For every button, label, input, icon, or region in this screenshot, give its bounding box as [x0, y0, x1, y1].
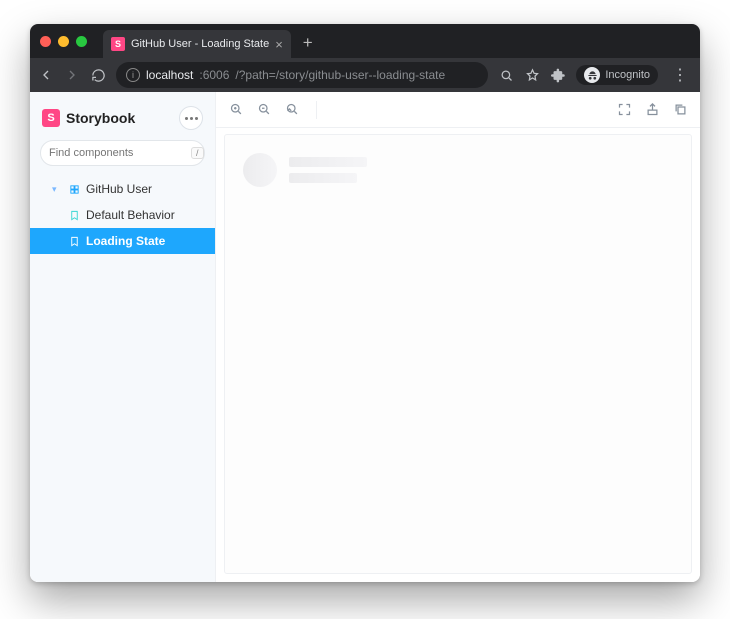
incognito-label: Incognito [605, 69, 650, 81]
incognito-indicator[interactable]: Incognito [576, 65, 658, 85]
extensions-icon[interactable] [550, 67, 566, 83]
new-tab-button[interactable]: + [303, 33, 313, 53]
forward-button[interactable] [64, 67, 80, 83]
browser-tab[interactable]: S GitHub User - Loading State × [103, 30, 291, 58]
browser-tab-bar: S GitHub User - Loading State × + [30, 24, 700, 58]
skeleton-avatar [243, 153, 277, 187]
url-port: :6006 [199, 68, 229, 82]
incognito-icon [584, 67, 600, 83]
tree-group-label: GitHub User [86, 182, 152, 196]
minimize-window-button[interactable] [58, 36, 69, 47]
bookmark-star-icon[interactable] [524, 67, 540, 83]
tree-story-label: Loading State [86, 234, 165, 248]
back-button[interactable] [38, 67, 54, 83]
search-input-wrapper[interactable]: / [40, 140, 205, 166]
collapse-icon: ▾ [52, 184, 62, 195]
reload-button[interactable] [90, 67, 106, 83]
tree-group-github-user[interactable]: ▾ GitHub User [30, 176, 215, 202]
tree-story-label: Default Behavior [86, 208, 175, 222]
copy-link-button[interactable] [672, 102, 688, 118]
skeleton-line [289, 173, 357, 183]
toolbar-divider [316, 101, 317, 119]
close-window-button[interactable] [40, 36, 51, 47]
maximize-window-button[interactable] [76, 36, 87, 47]
close-tab-icon[interactable]: × [275, 37, 283, 52]
open-in-new-tab-button[interactable] [644, 102, 660, 118]
tab-favicon-storybook-icon: S [111, 37, 125, 51]
sidebar-menu-button[interactable] [179, 106, 203, 130]
browser-toolbar: i localhost :6006 /?path=/story/github-use… [30, 58, 700, 92]
url-path: /?path=/story/github-user--loading-state [235, 68, 445, 82]
zoom-in-button[interactable] [228, 102, 244, 118]
story-preview-frame [224, 134, 692, 574]
story-tree: ▾ GitHub User Default Behavior [30, 176, 215, 254]
browser-menu-button[interactable]: ⋮ [668, 65, 692, 85]
storybook-canvas [216, 92, 700, 582]
tab-title: GitHub User - Loading State [131, 38, 269, 50]
story-icon [68, 210, 80, 221]
storybook-logo-icon: S [42, 109, 60, 127]
address-bar[interactable]: i localhost :6006 /?path=/story/github-use… [116, 62, 488, 88]
canvas-toolbar [216, 92, 700, 128]
window-controls [40, 36, 87, 47]
zoom-reset-button[interactable] [284, 102, 300, 118]
tree-story-loading-state[interactable]: Loading State [30, 228, 215, 254]
url-host: localhost [146, 68, 193, 82]
story-icon [68, 236, 80, 247]
storybook-logo[interactable]: S Storybook [42, 109, 135, 127]
site-info-icon[interactable]: i [126, 68, 140, 82]
component-icon [68, 184, 80, 195]
search-engine-icon[interactable] [498, 67, 514, 83]
skeleton-line [289, 157, 367, 167]
storybook-logo-text: Storybook [66, 110, 135, 126]
tree-story-default-behavior[interactable]: Default Behavior [30, 202, 215, 228]
storybook-app: S Storybook / ▾ [30, 92, 700, 582]
loading-skeleton [243, 153, 673, 187]
search-input[interactable] [49, 147, 191, 159]
zoom-out-button[interactable] [256, 102, 272, 118]
storybook-sidebar: S Storybook / ▾ [30, 92, 216, 582]
search-shortcut-hint: / [191, 147, 204, 159]
browser-window: S GitHub User - Loading State × + i loca… [30, 24, 700, 582]
fullscreen-button[interactable] [616, 102, 632, 118]
